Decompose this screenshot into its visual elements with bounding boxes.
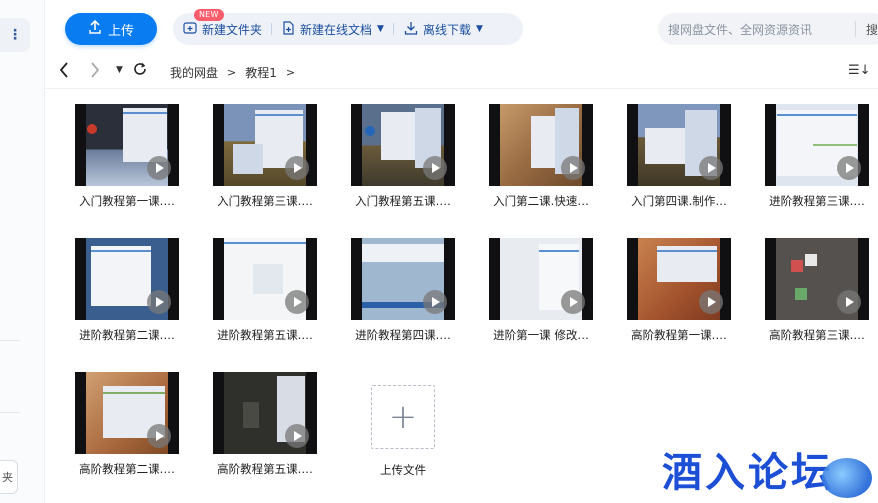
video-thumbnail — [765, 104, 869, 186]
file-name: 进阶教程第二课.… — [79, 328, 175, 342]
file-tile[interactable]: 高阶教程第五课.… — [213, 372, 317, 477]
left-sidebar: ⋮ 夹 — [0, 0, 45, 503]
doc-plus-icon — [282, 20, 295, 38]
file-tile[interactable]: 进阶教程第四课.… — [351, 238, 455, 343]
divider — [0, 340, 20, 341]
video-thumbnail — [627, 238, 731, 320]
video-thumbnail — [213, 104, 317, 186]
file-name: 进阶教程第三课.… — [769, 194, 865, 208]
chevron-down-icon: ▼ — [475, 24, 483, 34]
video-thumbnail — [75, 238, 179, 320]
sort-icon[interactable]: ☰↓ — [848, 63, 871, 78]
video-thumbnail — [213, 238, 317, 320]
new-online-doc-button[interactable]: 新建在线文档 ▼ — [272, 13, 394, 45]
play-icon — [699, 290, 723, 314]
file-tile[interactable]: 进阶第一课 修改… — [489, 238, 593, 343]
new-online-doc-label: 新建在线文档 — [300, 22, 373, 37]
file-name: 入门教程第一课.… — [79, 194, 175, 208]
breadcrumb: 我的网盘 > 教程1 > — [170, 64, 295, 81]
upload-icon — [88, 19, 102, 38]
play-icon — [285, 156, 309, 180]
video-thumbnail — [213, 372, 317, 454]
video-thumbnail — [489, 104, 593, 186]
file-tile[interactable]: 高阶教程第一课.… — [627, 238, 731, 343]
play-icon — [837, 156, 861, 180]
video-thumbnail — [351, 104, 455, 186]
play-icon — [285, 290, 309, 314]
video-thumbnail — [489, 238, 593, 320]
file-tile[interactable]: 入门教程第一课.… — [75, 104, 179, 209]
back-icon[interactable] — [59, 62, 69, 82]
file-tile[interactable]: 高阶教程第二课.… — [75, 372, 179, 477]
breadcrumb-root[interactable]: 我的网盘 — [170, 64, 218, 81]
file-name: 入门第四课.制作… — [631, 194, 727, 208]
new-badge: NEW — [194, 9, 224, 21]
video-thumbnail — [627, 104, 731, 186]
chevron-down-icon: ▼ — [377, 24, 384, 34]
file-name: 进阶第一课 修改… — [493, 328, 589, 342]
play-icon — [147, 156, 171, 180]
video-thumbnail — [351, 238, 455, 320]
play-icon — [147, 290, 171, 314]
plus-icon: + — [388, 397, 418, 437]
play-icon — [285, 424, 309, 448]
video-thumbnail — [75, 372, 179, 454]
search-input[interactable]: 搜网盘文件、全网资源资讯 搜 — [658, 13, 878, 45]
file-tile[interactable]: 高阶教程第三课.… — [765, 238, 869, 343]
file-name: 入门教程第五课.… — [355, 194, 451, 208]
refresh-icon[interactable] — [133, 62, 147, 80]
file-tile[interactable]: 进阶教程第二课.… — [75, 238, 179, 343]
offline-download-button[interactable]: 离线下载 ▼ — [394, 13, 493, 45]
upload-file-tile[interactable]: + — [371, 385, 435, 449]
forward-icon[interactable] — [90, 62, 100, 82]
file-name: 入门教程第三课.… — [217, 194, 313, 208]
file-name: 高阶教程第一课.… — [631, 328, 727, 342]
folder-plus-icon — [183, 21, 197, 37]
file-tile[interactable]: 入门教程第三课.… — [213, 104, 317, 209]
download-icon — [404, 21, 418, 38]
play-icon — [423, 290, 447, 314]
sidebar-clipped-button[interactable]: 夹 — [0, 460, 18, 494]
new-folder-label: 新建文件夹 — [202, 22, 263, 37]
play-icon — [837, 290, 861, 314]
play-icon — [561, 290, 585, 314]
play-icon — [561, 156, 585, 180]
history-dropdown-icon[interactable]: ▼ — [116, 65, 123, 75]
file-name: 高阶教程第二课.… — [79, 462, 175, 476]
file-tile[interactable]: 入门第四课.制作… — [627, 104, 731, 209]
toolbar-group: 新建文件夹 新建在线文档 ▼ 离线下载 ▼ — [173, 13, 523, 45]
upload-button[interactable]: 上传 — [65, 13, 157, 45]
file-name: 进阶教程第四课.… — [355, 328, 451, 342]
divider — [0, 412, 20, 413]
breadcrumb-current[interactable]: 教程1 — [245, 64, 277, 81]
file-name: 高阶教程第五课.… — [217, 462, 313, 476]
play-icon — [423, 156, 447, 180]
navigation-bar: ▼ 我的网盘 > 教程1 > ☰↓ — [44, 56, 878, 89]
play-icon — [147, 424, 171, 448]
more-icon[interactable]: ⋮ — [0, 18, 30, 52]
upload-file-label: 上传文件 — [380, 463, 426, 477]
video-thumbnail — [75, 104, 179, 186]
file-name: 高阶教程第三课.… — [769, 328, 865, 342]
file-tile[interactable]: 进阶教程第五课.… — [213, 238, 317, 343]
chevron-right-icon[interactable]: > — [286, 66, 295, 79]
watermark-logo — [822, 458, 872, 498]
file-tile[interactable]: 进阶教程第三课.… — [765, 104, 869, 209]
offline-download-label: 离线下载 — [422, 22, 471, 37]
search-button[interactable]: 搜 — [866, 21, 878, 38]
chevron-right-icon: > — [227, 66, 237, 79]
watermark-text: 酒入论坛 — [662, 450, 834, 496]
file-name: 入门第二课.快速… — [493, 194, 589, 208]
sidebar-clipped-label: 夹 — [2, 471, 13, 484]
file-tile[interactable]: 入门教程第五课.… — [351, 104, 455, 209]
search-placeholder: 搜网盘文件、全网资源资讯 — [668, 22, 813, 37]
play-icon — [699, 156, 723, 180]
file-tile[interactable]: 入门第二课.快速… — [489, 104, 593, 209]
file-name: 进阶教程第五课.… — [217, 328, 313, 342]
upload-label: 上传 — [107, 23, 134, 39]
video-thumbnail — [765, 238, 869, 320]
